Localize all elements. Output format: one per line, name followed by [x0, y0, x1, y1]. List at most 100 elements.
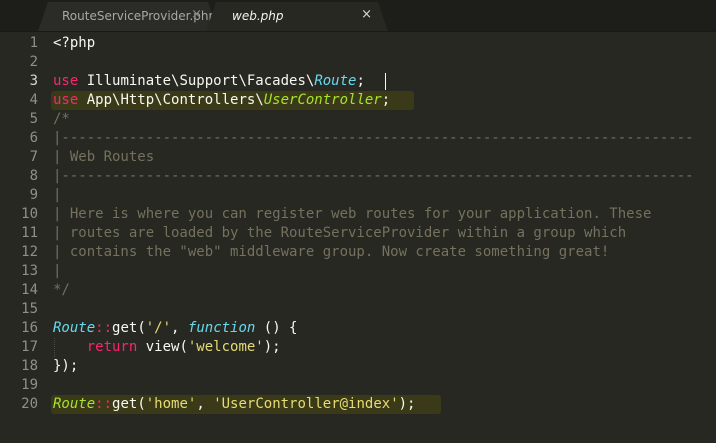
- line-number: 18: [21, 358, 38, 374]
- indent-guide: [54, 338, 55, 357]
- line-number: 12: [21, 244, 38, 260]
- line-number: 9: [29, 187, 38, 203]
- text-cursor: [385, 73, 387, 90]
- line-number: 19: [21, 377, 38, 393]
- code-token: ,: [171, 320, 188, 336]
- code-token: ;: [381, 92, 391, 108]
- code-token: use: [53, 92, 79, 108]
- code-token: /*: [53, 111, 70, 127]
- code-line[interactable]: 3 use Illuminate\Support\Facades\Route;: [0, 72, 716, 91]
- code-token: |: [53, 263, 62, 279]
- line-number: 13: [21, 263, 38, 279]
- code-token: 'UserController@index': [213, 396, 399, 412]
- code-text: use Illuminate\Support\Facades\Route;: [53, 72, 365, 91]
- code-token: | Web Routes: [53, 149, 155, 165]
- tab-web-php[interactable]: web.php ×: [206, 2, 388, 31]
- code-token: ::: [95, 320, 113, 336]
- line-number: 1: [29, 35, 38, 51]
- code-line[interactable]: 18});: [0, 357, 716, 376]
- code-line[interactable]: 1 <?php: [0, 34, 716, 53]
- code-line[interactable]: 15: [0, 300, 716, 319]
- code-line[interactable]: 20 Route::get('home', 'UserController@ind…: [0, 395, 716, 414]
- code-token: () {: [255, 320, 298, 336]
- code-line[interactable]: 11 | routes are loaded by the RouteServic…: [0, 224, 716, 243]
- code-token: return: [86, 339, 138, 355]
- line-number: 11: [21, 225, 38, 241]
- code-token: |: [53, 187, 62, 203]
- code-text: /*: [53, 110, 70, 129]
- code-line[interactable]: 4 use App\Http\Controllers\UserController…: [0, 91, 716, 110]
- line-number: 15: [21, 301, 38, 317]
- code-token: ,: [196, 396, 214, 412]
- code-editor[interactable]: 1 <?php 2 3 use Illuminate\Support\Facades\R…: [0, 32, 716, 443]
- line-number: 20: [21, 396, 38, 412]
- code-line[interactable]: 16 Route::get('/', function () {: [0, 319, 716, 338]
- code-text: | Web Routes: [53, 148, 154, 167]
- code-text: use App\Http\Controllers\UserController;: [53, 91, 390, 110]
- line-number: 4: [29, 92, 38, 108]
- tab-bar: RouteServiceProvider.php × web.php ×: [0, 0, 716, 32]
- code-token: 'home': [145, 396, 197, 412]
- code-token: Route: [53, 320, 96, 336]
- line-number: 16: [21, 320, 38, 336]
- code-token: '/': [145, 320, 172, 336]
- code-token: );: [398, 396, 416, 412]
- code-token: function: [187, 320, 256, 336]
- code-text: <?php: [53, 34, 95, 53]
- code-token: ;: [356, 73, 365, 89]
- code-token: get: [112, 396, 138, 412]
- line-number: 8: [29, 168, 38, 184]
- code-line[interactable]: 5 /*: [0, 110, 716, 129]
- code-line[interactable]: 13 |: [0, 262, 716, 281]
- code-token: use: [53, 73, 79, 89]
- code-line[interactable]: 2: [0, 53, 716, 72]
- code-line[interactable]: 14 */: [0, 281, 716, 300]
- code-token: 'welcome': [187, 339, 264, 355]
- code-text: |---------------------------------------…: [53, 167, 694, 186]
- line-number: 14: [21, 282, 38, 298]
- line-number: 2: [29, 54, 38, 70]
- code-token: view(: [137, 339, 188, 355]
- tab-label: web.php: [232, 9, 284, 23]
- code-token: | contains the "web" middleware group. N…: [53, 244, 610, 260]
- code-token: });: [53, 358, 79, 374]
- line-number: 3: [29, 73, 38, 89]
- code-text: |: [53, 262, 61, 281]
- code-line[interactable]: 8 |--------------------------------------…: [0, 167, 716, 186]
- code-text: Route::get('/', function () {: [53, 319, 298, 338]
- close-icon[interactable]: ×: [361, 8, 372, 22]
- code-text: });: [53, 357, 78, 376]
- code-token: get: [112, 320, 138, 336]
- code-text: | contains the "web" middleware group. N…: [53, 243, 609, 262]
- code-text: return view('welcome');: [53, 338, 281, 357]
- code-token: App\Http\Controllers\: [78, 92, 264, 108]
- code-text: */: [53, 281, 70, 300]
- code-token: <?php: [53, 35, 96, 51]
- line-number: 5: [29, 111, 38, 127]
- code-token: (: [137, 320, 146, 336]
- code-line[interactable]: 17 return view('welcome');: [0, 338, 716, 357]
- code-token: */: [53, 282, 70, 298]
- code-token: Illuminate\Support\Facades\: [78, 73, 315, 89]
- line-number: 6: [29, 130, 38, 146]
- code-text: | routes are loaded by the RouteServiceP…: [53, 224, 626, 243]
- close-icon[interactable]: ×: [191, 8, 202, 22]
- code-line[interactable]: 12 | contains the "web" middleware group.…: [0, 243, 716, 262]
- code-token: ::: [95, 396, 113, 412]
- line-number: 17: [21, 339, 38, 355]
- code-line[interactable]: 10 | Here is where you can register web r…: [0, 205, 716, 224]
- line-number: 10: [21, 206, 38, 222]
- code-token: | Here is where you can register web rou…: [53, 206, 652, 222]
- code-text: Route::get('home', 'UserController@index…: [53, 395, 415, 414]
- code-line[interactable]: 6 |--------------------------------------…: [0, 129, 716, 148]
- code-line[interactable]: 7 | Web Routes: [0, 148, 716, 167]
- code-line[interactable]: 19: [0, 376, 716, 395]
- tab-route-service-provider[interactable]: RouteServiceProvider.php ×: [38, 2, 218, 31]
- code-text: | Here is where you can register web rou…: [53, 205, 651, 224]
- code-line[interactable]: 9 |: [0, 186, 716, 205]
- code-text: |: [53, 186, 61, 205]
- code-text: |---------------------------------------…: [53, 129, 694, 148]
- code-token: Route: [314, 73, 357, 89]
- code-token: |---------------------------------------…: [53, 168, 694, 184]
